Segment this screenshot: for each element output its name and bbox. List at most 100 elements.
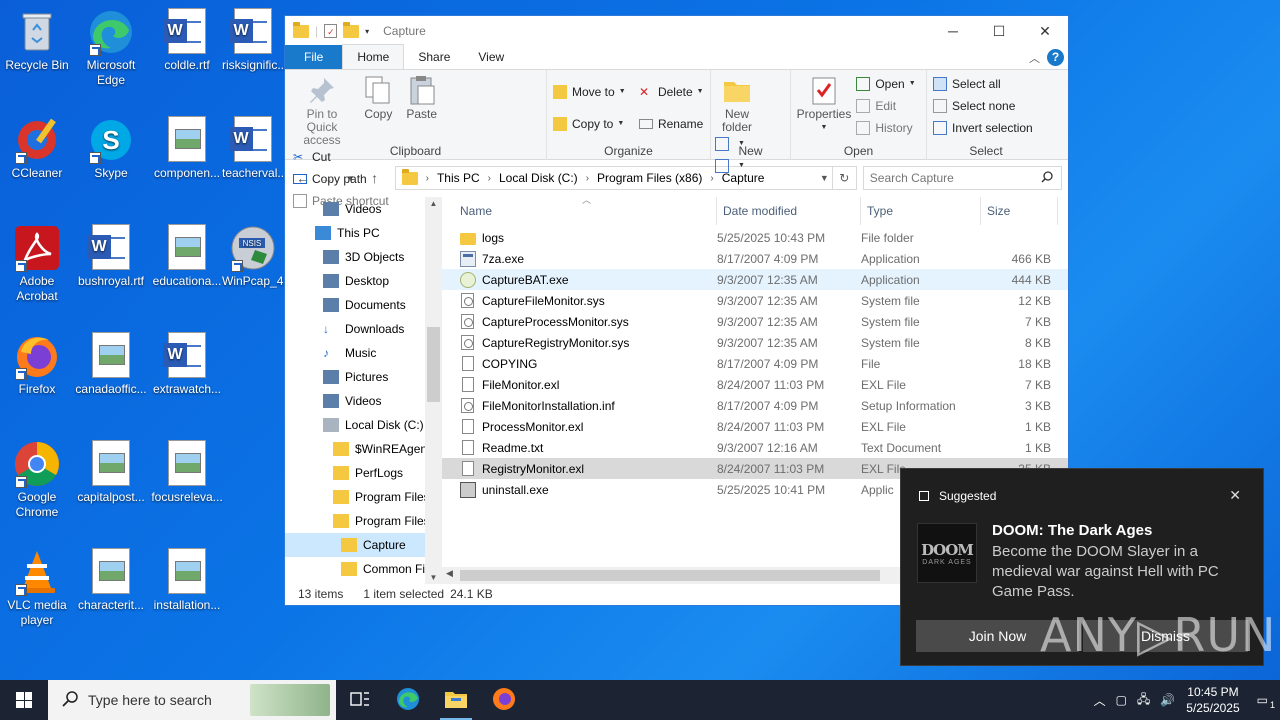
clock[interactable]: 10:45 PM 5/25/2025 — [1186, 684, 1239, 716]
file-row[interactable]: COPYING 8/17/2007 4:09 PM File 18 KB — [442, 353, 1068, 374]
nav-item[interactable]: Capture — [285, 533, 442, 557]
file-row[interactable]: FileMonitor.exl 8/24/2007 11:03 PM EXL Fil… — [442, 374, 1068, 395]
collapse-ribbon-icon[interactable]: ︿ — [1029, 50, 1040, 66]
breadcrumb-program-files[interactable]: Program Files (x86) — [597, 171, 702, 185]
toast-close-button[interactable]: ✕ — [1229, 487, 1241, 504]
move-to-button[interactable]: Move to ▼ — [553, 82, 626, 101]
desktop-icon-canadaoffic[interactable]: canadaoffic... — [74, 332, 148, 397]
pin-quick-access-button[interactable]: Pin to Quick access — [291, 74, 353, 147]
customize-toolbar-icon[interactable]: ▾ — [365, 27, 369, 36]
start-button[interactable] — [0, 680, 48, 720]
column-size[interactable]: Size — [981, 197, 1058, 225]
column-date-modified[interactable]: Date modified — [717, 197, 861, 225]
nav-item[interactable]: ↓ Downloads — [285, 317, 442, 341]
file-row[interactable]: CaptureBAT.exe 9/3/2007 12:35 AM Applicati… — [442, 269, 1068, 290]
desktop-icon-skype[interactable]: S Skype — [74, 116, 148, 181]
file-row[interactable]: logs 5/25/2025 10:43 PM File folder — [442, 227, 1068, 248]
tab-file[interactable]: File — [285, 45, 343, 69]
refresh-button[interactable]: ↻ — [832, 166, 857, 190]
select-all-button[interactable]: Select all — [933, 74, 1033, 93]
nav-item[interactable]: Videos — [285, 389, 442, 413]
new-folder-quick-icon[interactable] — [343, 21, 360, 38]
paste-button[interactable]: Paste — [404, 74, 440, 121]
desktop-icon-componen[interactable]: componen... — [150, 116, 224, 181]
nav-item[interactable]: ♪ Music — [285, 341, 442, 365]
scroll-left-icon[interactable]: ◀ — [446, 568, 453, 579]
scroll-down-icon[interactable]: ▼ — [425, 573, 442, 582]
file-row[interactable]: CaptureFileMonitor.sys 9/3/2007 12:35 AM S… — [442, 290, 1068, 311]
nav-scrollbar[interactable]: ▲ ▼ — [425, 197, 442, 584]
desktop-icon-edge[interactable]: Microsoft Edge — [74, 8, 148, 88]
new-folder-button[interactable]: New folder — [717, 74, 757, 134]
copy-path-button[interactable]: Copy path — [293, 169, 389, 188]
show-hidden-icons-icon[interactable]: ︿ — [1094, 692, 1106, 709]
taskbar-file-explorer[interactable] — [432, 680, 480, 720]
tab-view[interactable]: View — [464, 45, 518, 69]
nav-item[interactable]: Common Fi — [285, 557, 442, 581]
desktop-icon-firefox[interactable]: Firefox — [0, 332, 74, 397]
nav-scroll-thumb[interactable] — [427, 327, 440, 402]
tab-home[interactable]: Home — [342, 44, 405, 69]
horizontal-scroll-thumb[interactable] — [460, 570, 880, 581]
nav-item[interactable]: Videos — [285, 197, 442, 221]
nav-item[interactable]: Pictures — [285, 365, 442, 389]
nav-item[interactable]: $WinREAgent — [285, 437, 442, 461]
desktop-icon-focusreleva[interactable]: focusreleva... — [150, 440, 224, 505]
column-type[interactable]: Type — [861, 197, 981, 225]
address-dropdown-icon[interactable]: ▼ — [815, 173, 832, 183]
action-center-button[interactable]: ▭ 1 — [1257, 693, 1275, 710]
maximize-button[interactable]: ☐ — [976, 16, 1022, 46]
nav-item[interactable]: Local Disk (C:) — [285, 413, 442, 437]
rename-button[interactable]: Rename — [638, 114, 704, 133]
nav-item[interactable]: Documents — [285, 293, 442, 317]
tab-share[interactable]: Share — [404, 45, 464, 69]
desktop-icon-winpcap[interactable]: NSIS WinPcap_4... — [222, 224, 284, 289]
title-bar[interactable]: | ✓ ▾ Capture ─ ☐ ✕ — [285, 16, 1068, 46]
invert-selection-button[interactable]: Invert selection — [933, 118, 1033, 137]
desktop-icon-capitalpost[interactable]: capitalpost... — [74, 440, 148, 505]
properties-quick-icon[interactable]: ✓ — [324, 24, 338, 38]
nav-item[interactable]: PerfLogs — [285, 461, 442, 485]
network-icon[interactable]: 🖧 — [1137, 690, 1150, 711]
file-row[interactable]: Readme.txt 9/3/2007 12:16 AM Text Document… — [442, 437, 1068, 458]
select-none-button[interactable]: Select none — [933, 96, 1033, 115]
address-bar[interactable]: › This PC › Local Disk (C:) › Program Fi… — [394, 166, 833, 190]
file-row[interactable]: ProcessMonitor.exl 8/24/2007 11:03 PM EXL … — [442, 416, 1068, 437]
volume-icon[interactable]: 🔊 — [1160, 693, 1175, 707]
desktop-icon-google-chrome[interactable]: Google Chrome — [0, 440, 74, 520]
file-row[interactable]: FileMonitorInstallation.inf 8/17/2007 4:0… — [442, 395, 1068, 416]
battery-icon[interactable]: ▢ — [1116, 693, 1127, 707]
taskbar-edge[interactable] — [384, 680, 432, 720]
desktop-icon-coldle[interactable]: coldle.rtf — [150, 8, 224, 73]
nav-item[interactable]: 3D Objects — [285, 245, 442, 269]
taskbar-firefox[interactable] — [480, 680, 528, 720]
desktop-icon-educationa[interactable]: educationa... — [150, 224, 224, 289]
copy-button[interactable]: Copy — [360, 74, 396, 121]
desktop-icon-ccleaner[interactable]: CCleaner — [0, 116, 74, 181]
taskbar-search[interactable]: Type here to search — [48, 680, 336, 720]
open-button[interactable]: Open ▼ — [856, 74, 916, 93]
file-row[interactable]: CaptureRegistryMonitor.sys 9/3/2007 12:35… — [442, 332, 1068, 353]
easy-access-button[interactable]: ▼ — [715, 156, 745, 175]
search-input[interactable]: Search Capture — [862, 166, 1062, 190]
file-row[interactable]: CaptureProcessMonitor.sys 9/3/2007 12:35 … — [442, 311, 1068, 332]
help-icon[interactable]: ? — [1047, 49, 1064, 66]
nav-item[interactable]: This PC — [285, 221, 442, 245]
desktop-icon-installation[interactable]: installation... — [150, 548, 224, 613]
edit-button[interactable]: Edit — [856, 96, 915, 115]
desktop-icon-vlc[interactable]: VLC media player — [0, 548, 74, 628]
nav-item[interactable]: Desktop — [285, 269, 442, 293]
delete-button[interactable]: ✕ Delete ▼ — [639, 82, 704, 101]
minimize-button[interactable]: ─ — [930, 16, 976, 46]
desktop-icon-adobe-acrobat[interactable]: Adobe Acrobat — [0, 224, 74, 304]
desktop-icon-teacherval[interactable]: teacherval... — [222, 116, 284, 181]
properties-button[interactable]: Properties ▼ — [797, 74, 851, 134]
breadcrumb-this-pc[interactable]: This PC — [437, 171, 480, 185]
history-button[interactable]: History — [856, 118, 915, 137]
desktop-icon-recycle-bin[interactable]: Recycle Bin — [0, 8, 74, 73]
close-button[interactable]: ✕ — [1022, 16, 1068, 46]
file-row[interactable]: 7za.exe 8/17/2007 4:09 PM Application 466 K… — [442, 248, 1068, 269]
copy-to-button[interactable]: Copy to ▼ — [553, 114, 626, 133]
desktop-icon-extrawatch[interactable]: extrawatch... — [150, 332, 224, 397]
desktop-icon-risksignific[interactable]: risksignific... — [222, 8, 284, 73]
